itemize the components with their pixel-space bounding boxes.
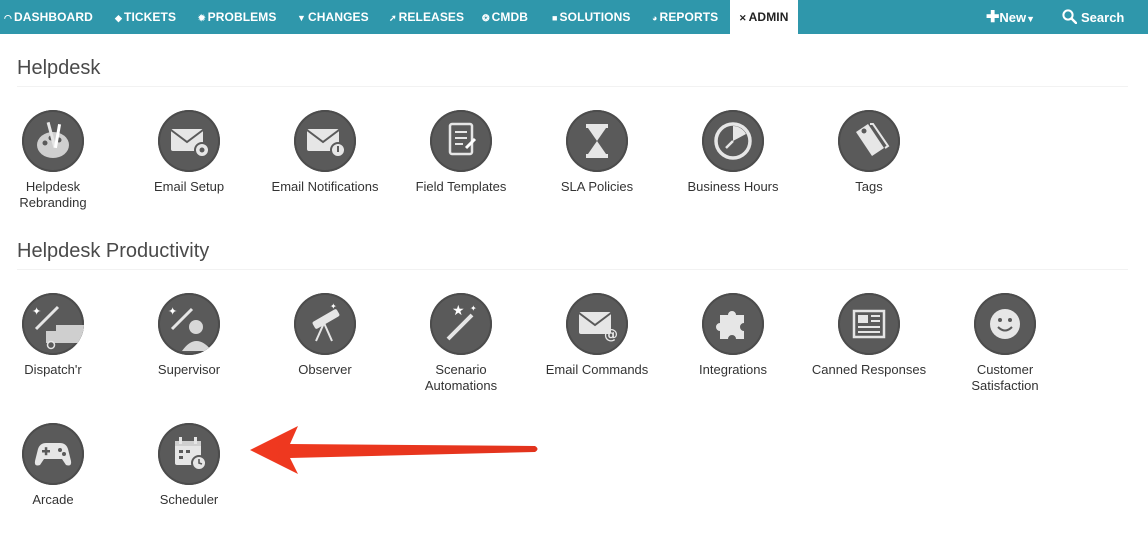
nav-reports[interactable]: ◕ REPORTS: [652, 0, 718, 34]
tile-business-hours[interactable]: Business Hours: [665, 110, 801, 195]
tile-label: Field Templates: [415, 179, 507, 194]
caret-down-icon: ▼: [1026, 14, 1036, 24]
dispatch-truck-icon: ✦: [22, 293, 84, 355]
tile-integrations[interactable]: Integrations: [665, 293, 801, 378]
svg-text:✦: ✦: [330, 302, 337, 311]
form-template-icon: [430, 110, 492, 172]
email-notification-icon: [294, 110, 356, 172]
tile-email-setup[interactable]: Email Setup: [121, 110, 257, 195]
tile-label: Email Notifications: [271, 179, 379, 194]
nav-admin[interactable]: ✕ ADMIN: [730, 0, 799, 34]
tile-observer[interactable]: ✦ Observer: [257, 293, 393, 378]
section-title-helpdesk-productivity: Helpdesk Productivity: [17, 240, 210, 262]
email-gear-icon: [158, 110, 220, 172]
dashboard-icon: ◠: [4, 13, 12, 23]
svg-text:★: ★: [452, 303, 465, 319]
magic-wand-icon: ★ ✦: [430, 293, 492, 355]
annotation-arrow-icon: [250, 426, 538, 474]
tile-label: Integrations: [699, 362, 767, 377]
palette-icon: [22, 110, 84, 172]
pie-chart-icon: ◕: [652, 13, 658, 23]
tile-label: Customer Satisfaction: [971, 362, 1039, 393]
section-divider: [17, 269, 1128, 270]
nav-tickets[interactable]: ◆ TICKETS: [115, 0, 176, 34]
top-navigation-bar: ◠ DASHBOARD ◆ TICKETS ✹ PROBLEMS ▼ CHANGES ➚…: [0, 0, 1148, 34]
nav-problems[interactable]: ✹ PROBLEMS: [198, 0, 276, 34]
tile-scenario-automations[interactable]: ★ ✦ Scenario Automations: [393, 293, 529, 394]
shield-icon: ▼: [297, 13, 307, 23]
tile-scheduler[interactable]: Scheduler: [121, 423, 257, 508]
book-icon: ■: [552, 13, 558, 23]
tile-label: Scheduler: [159, 492, 219, 507]
cube-icon: ❂: [482, 13, 490, 23]
nav-releases[interactable]: ➚ RELEASES: [389, 0, 464, 34]
tile-label: Supervisor: [157, 362, 221, 377]
tile-sla-policies[interactable]: SLA Policies: [529, 110, 665, 195]
search-icon: [1062, 9, 1078, 25]
tile-label: Dispatch'r: [24, 362, 82, 377]
smiley-icon: [974, 293, 1036, 355]
tile-canned-responses[interactable]: Canned Responses: [801, 293, 937, 378]
tile-tags[interactable]: Tags: [801, 110, 937, 195]
bug-icon: ✹: [198, 13, 206, 23]
svg-text:✦: ✦: [470, 304, 477, 313]
gamepad-icon: [22, 423, 84, 485]
tile-label: Email Setup: [153, 179, 225, 194]
tile-helpdesk-rebranding[interactable]: Helpdesk Rebranding: [0, 110, 121, 211]
supervisor-icon: ✦: [158, 293, 220, 355]
section-divider: [17, 86, 1128, 87]
rocket-icon: ➚: [389, 13, 397, 23]
tile-label: SLA Policies: [560, 179, 634, 194]
tile-label: Observer: [298, 362, 352, 377]
nav-cmdb[interactable]: ❂ CMDB: [482, 0, 528, 34]
plus-icon: ✚: [986, 9, 1000, 26]
calendar-clock-icon: [158, 423, 220, 485]
email-at-icon: @: [566, 293, 628, 355]
nav-solutions[interactable]: ■ SOLUTIONS: [552, 0, 630, 34]
tile-supervisor[interactable]: ✦ Supervisor: [121, 293, 257, 378]
tile-customer-satisfaction[interactable]: Customer Satisfaction: [937, 293, 1073, 394]
clock-icon: [702, 110, 764, 172]
tools-icon: ✕: [739, 13, 747, 23]
tile-email-commands[interactable]: @ Email Commands: [529, 293, 665, 378]
tile-label: Helpdesk Rebranding: [19, 179, 87, 210]
tile-arcade[interactable]: Arcade: [0, 423, 121, 508]
tile-label: Arcade: [32, 492, 74, 507]
tile-dispatchr[interactable]: ✦ Dispatch'r: [0, 293, 121, 378]
tile-email-notifications[interactable]: Email Notifications: [257, 110, 393, 195]
ticket-icon: ◆: [115, 13, 123, 23]
svg-text:✦: ✦: [32, 305, 41, 318]
nav-changes[interactable]: ▼ CHANGES: [297, 0, 369, 34]
tile-label: Tags: [855, 179, 883, 194]
new-dropdown-button[interactable]: ✚New▼: [986, 0, 1035, 34]
hourglass-icon: [566, 110, 628, 172]
search-button[interactable]: Search: [1062, 0, 1124, 34]
puzzle-icon: [702, 293, 764, 355]
tile-field-templates[interactable]: Field Templates: [393, 110, 529, 195]
tile-label: Canned Responses: [811, 362, 927, 377]
tile-label: Scenario Automations: [424, 362, 498, 393]
newspaper-icon: [838, 293, 900, 355]
svg-text:✦: ✦: [168, 305, 177, 318]
section-title-helpdesk: Helpdesk: [17, 57, 101, 79]
tile-label: Business Hours: [687, 179, 779, 194]
tags-icon: [838, 110, 900, 172]
nav-dashboard[interactable]: ◠ DASHBOARD: [4, 0, 93, 34]
tile-label: Email Commands: [545, 362, 649, 377]
telescope-icon: ✦: [294, 293, 356, 355]
svg-text:@: @: [604, 327, 618, 343]
